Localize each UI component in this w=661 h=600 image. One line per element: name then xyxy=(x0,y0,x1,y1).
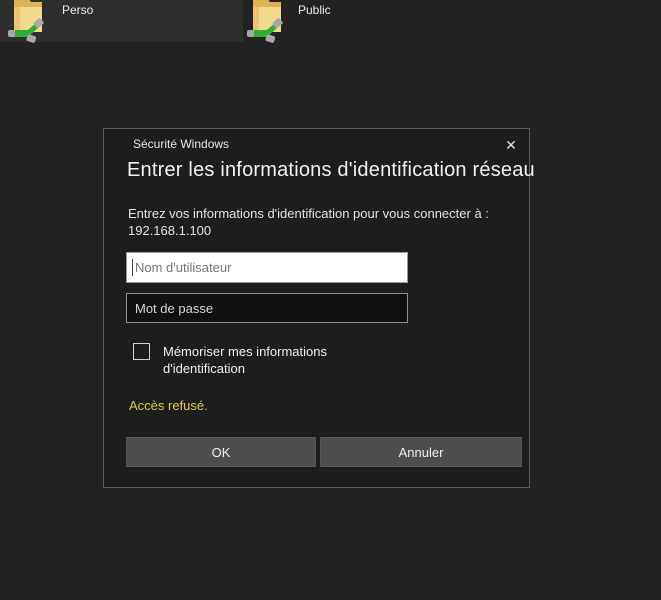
windows-security-dialog: Sécurité Windows ✕ Entrer les informatio… xyxy=(103,128,530,488)
text-caret xyxy=(132,259,133,276)
target-host: 192.168.1.100 xyxy=(128,222,519,239)
username-input[interactable] xyxy=(126,252,408,283)
password-input[interactable] xyxy=(126,293,408,323)
folder-tile-label: Public xyxy=(298,3,331,17)
remember-checkbox[interactable] xyxy=(133,343,150,360)
access-denied-error: Accès refusé. xyxy=(129,398,208,413)
ok-button[interactable]: OK xyxy=(126,437,316,467)
network-folder-icon xyxy=(247,0,287,43)
folder-tile-perso[interactable]: Perso xyxy=(0,0,243,42)
dialog-title: Sécurité Windows xyxy=(133,137,229,151)
remember-checkbox-label[interactable]: Mémoriser mes informations d'identificat… xyxy=(163,343,358,377)
credential-prompt-text: Entrez vos informations d'identification… xyxy=(128,205,519,222)
explorer-window: { "page": { "background": "#222222", "ti… xyxy=(0,0,661,600)
close-icon[interactable]: ✕ xyxy=(497,132,525,158)
dialog-message: Entrez vos informations d'identification… xyxy=(128,205,519,239)
network-folder-icon xyxy=(8,0,48,43)
folder-tile-label: Perso xyxy=(62,3,93,17)
cancel-button[interactable]: Annuler xyxy=(320,437,522,467)
dialog-heading: Entrer les informations d'identification… xyxy=(127,159,519,182)
dialog-buttons: OK Annuler xyxy=(126,437,522,467)
folder-tile-public[interactable]: Public xyxy=(247,0,490,42)
remember-credentials-row: Mémoriser mes informations d'identificat… xyxy=(133,343,358,377)
